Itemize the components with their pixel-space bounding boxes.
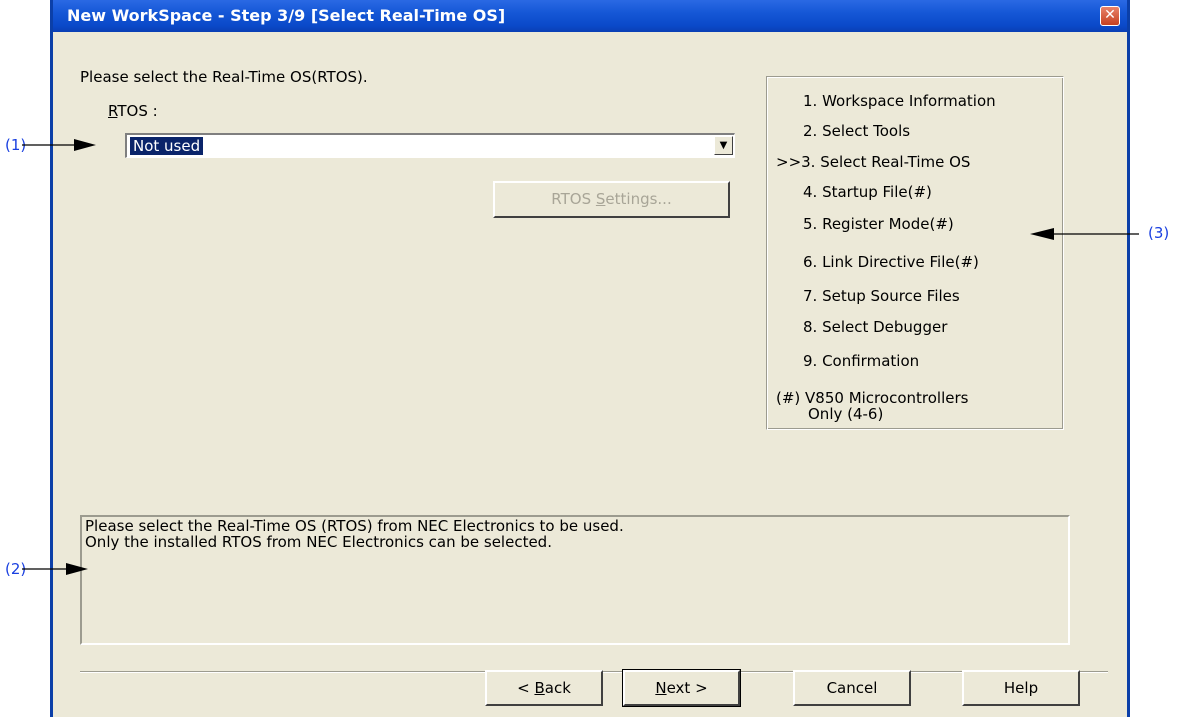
prompt-text: Please select the Real-Time OS(RTOS).: [80, 68, 368, 86]
rtos-settings-text-pre: RTOS: [551, 190, 596, 208]
steps-panel: 1. Workspace Information 2. Select Tools…: [766, 76, 1064, 430]
rtos-selected-value: Not used: [130, 137, 204, 155]
rtos-label: RTOS :: [108, 102, 158, 120]
rtos-label-text: TOS :: [117, 102, 158, 120]
description-line: Only the installed RTOS from NEC Electro…: [85, 533, 552, 551]
back-button[interactable]: < Back: [485, 670, 603, 706]
dialog-title: New WorkSpace - Step 3/9 [Select Real-Ti…: [67, 6, 506, 25]
cancel-button[interactable]: Cancel: [793, 670, 911, 706]
steps-footnote-line2: Only (4-6): [808, 405, 884, 423]
step-item-current: >>3. Select Real-Time OS: [776, 153, 971, 171]
chevron-down-icon: ▼: [719, 140, 728, 151]
step-item: 2. Select Tools: [803, 122, 911, 140]
close-button[interactable]: ✕: [1100, 6, 1120, 26]
back-label-post: ack: [544, 679, 571, 697]
step-item: 1. Workspace Information: [803, 92, 996, 110]
rtos-label-mnemonic: R: [108, 102, 118, 120]
close-icon: ✕: [1104, 7, 1116, 23]
step-item: 9. Confirmation: [803, 352, 920, 370]
next-label-post: ext >: [666, 679, 708, 697]
step-item: 4. Startup File(#): [803, 183, 932, 201]
rtos-settings-text-post: ettings...: [605, 190, 672, 208]
step-item: 7. Setup Source Files: [803, 287, 960, 305]
callout-1-label: (1): [5, 136, 27, 154]
dropdown-arrow-button[interactable]: ▼: [714, 136, 733, 155]
rtos-settings-button[interactable]: RTOS Settings...: [493, 181, 730, 218]
callout-3-label: (3): [1148, 224, 1170, 242]
step-item: 6. Link Directive File(#): [803, 253, 979, 271]
description-box: Please select the Real-Time OS (RTOS) fr…: [80, 515, 1070, 645]
description-line: Please select the Real-Time OS (RTOS) fr…: [85, 517, 624, 535]
rtos-settings-mnemonic: S: [595, 190, 606, 208]
callout-2-label: (2): [5, 560, 27, 578]
back-mnemonic: B: [534, 679, 545, 697]
rtos-select[interactable]: Not used ▼: [125, 133, 735, 158]
help-button[interactable]: Help: [962, 670, 1080, 706]
step-item: 5. Register Mode(#): [803, 215, 954, 233]
next-mnemonic: N: [655, 679, 667, 697]
step-item: 8. Select Debugger: [803, 318, 948, 336]
title-bar[interactable]: New WorkSpace - Step 3/9 [Select Real-Ti…: [53, 0, 1127, 32]
new-workspace-dialog: New WorkSpace - Step 3/9 [Select Real-Ti…: [50, 0, 1130, 717]
back-label-pre: <: [517, 679, 535, 697]
next-button[interactable]: Next >: [622, 669, 741, 707]
